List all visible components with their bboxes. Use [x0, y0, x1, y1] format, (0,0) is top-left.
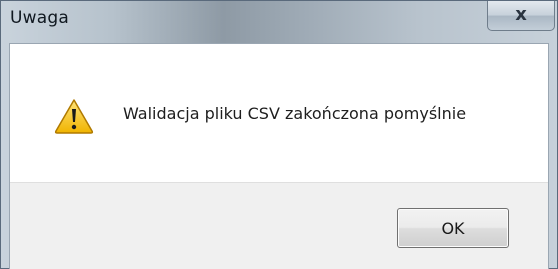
- warning-icon: [54, 99, 94, 134]
- title-bar[interactable]: Uwaga x: [1, 1, 557, 43]
- dialog-window: Uwaga x Walidacja pliku CSV zakończona p…: [0, 0, 558, 269]
- dialog-message: Walidacja pliku CSV zakończona pomyślnie: [123, 104, 467, 123]
- ok-button[interactable]: OK: [397, 208, 509, 248]
- message-area: Walidacja pliku CSV zakończona pomyślnie: [10, 44, 548, 182]
- window-title: Uwaga: [10, 8, 69, 28]
- close-button[interactable]: x: [487, 1, 555, 31]
- dialog-footer: OK: [10, 182, 548, 269]
- close-icon: x: [515, 3, 527, 25]
- dialog-client-area: Walidacja pliku CSV zakończona pomyślnie…: [9, 43, 549, 269]
